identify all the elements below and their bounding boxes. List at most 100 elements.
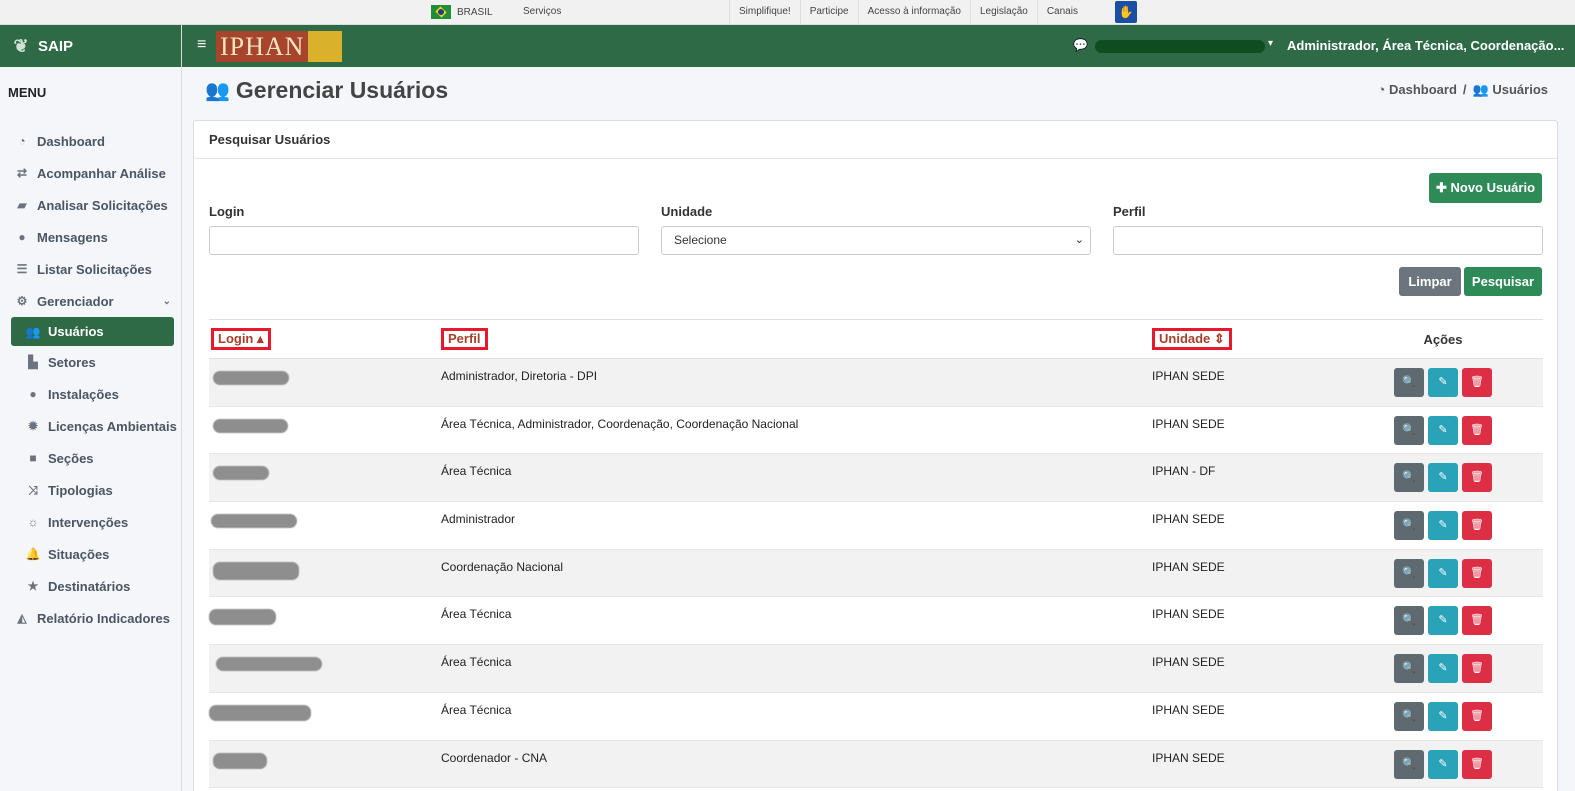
acesso-informacao-link[interactable]: Acesso à informação [857, 0, 970, 25]
delete-button[interactable]: 🗑 [1462, 558, 1492, 588]
column-unidade[interactable]: Unidade ⇕ [1152, 319, 1343, 359]
perfil-input[interactable] [1113, 226, 1543, 255]
sidebar-item-gerenciador[interactable]: ⚙ Gerenciador ⌄ [0, 285, 181, 317]
sidebar-item-label: Situações [48, 546, 110, 562]
sidebar-item-dashboard[interactable]: ◔ Dashboard [0, 125, 181, 157]
table-row: Administrador, Diretoria - DPI IPHAN SED… [209, 358, 1543, 407]
brasil-link[interactable]: BRASIL [431, 5, 493, 19]
edit-button[interactable]: ✎ [1428, 415, 1458, 445]
delete-button[interactable]: 🗑 [1462, 701, 1492, 731]
simplifique-link[interactable]: Simplifique! [729, 0, 800, 25]
table-header-row: Login ▴ Perfil Unidade ⇕ Ações [209, 319, 1543, 359]
sidebar-item-usuarios[interactable]: 👥 Usuários [11, 317, 174, 346]
edit-button[interactable]: ✎ [1428, 749, 1458, 779]
view-button[interactable]: 🔍 [1394, 749, 1424, 779]
sidebar-item-tipologias[interactable]: ⤨ Tipologias [0, 474, 181, 506]
row-unidade: IPHAN SEDE [1152, 512, 1225, 527]
column-login[interactable]: Login ▴ [209, 319, 441, 359]
sidebar-item-label: Instalações [48, 386, 119, 402]
sidebar-item-analisar-solicitacoes[interactable]: ▰ Analisar Solicitações [0, 189, 181, 221]
caret-down-icon[interactable]: ▾ [1268, 38, 1273, 49]
comments-icon: ● [18, 230, 26, 244]
sort-perfil[interactable]: Perfil [441, 328, 488, 350]
chat-icon[interactable]: 💬 [1073, 38, 1088, 52]
gov-links: Simplifique! Participe Acesso à informaç… [729, 0, 1087, 25]
sidebar-item-instalacoes[interactable]: ● Instalações [0, 378, 181, 410]
edit-button[interactable]: ✎ [1428, 463, 1458, 493]
new-user-label: Novo Usuário [1450, 180, 1536, 195]
edit-button[interactable]: ✎ [1428, 606, 1458, 636]
sidebar-item-relatorio-indicadores[interactable]: ◭ Relatório Indicadores [0, 602, 181, 634]
iphan-logo[interactable]: IPHAN [216, 31, 343, 62]
participe-link[interactable]: Participe [799, 0, 858, 25]
sort-login[interactable]: Login ▴ [211, 328, 271, 350]
sidebar-item-acompanhar-analise[interactable]: ⇄ Acompanhar Análise [0, 157, 181, 189]
unidade-select[interactable]: Selecione ⌄ [661, 226, 1091, 255]
new-user-button[interactable]: ✚ Novo Usuário [1429, 173, 1542, 203]
column-login-label: Login [218, 331, 254, 346]
sort-unidade[interactable]: Unidade ⇕ [1152, 328, 1232, 350]
delete-button[interactable]: 🗑 [1462, 654, 1492, 684]
sidebar-item-label: Intervenções [48, 514, 129, 530]
sidebar-item-label: Gerenciador [37, 293, 114, 309]
sidebar-item-listar-solicitacoes[interactable]: ☰ Listar Solicitações [0, 253, 181, 285]
square-icon: ■ [29, 451, 37, 465]
view-button[interactable]: 🔍 [1394, 654, 1424, 684]
row-perfil: Coordenador - CNA [441, 750, 548, 765]
view-button[interactable]: 🔍 [1394, 558, 1424, 588]
view-button[interactable]: 🔍 [1394, 415, 1424, 445]
sidebar-item-mensagens[interactable]: ● Mensagens [0, 221, 181, 253]
table-row: Área Técnica IPHAN SEDE 🔍 ✎ 🗑 [209, 597, 1543, 645]
delete-button[interactable]: 🗑 [1462, 368, 1492, 397]
hamburger-menu-icon[interactable]: ≡ [197, 36, 206, 54]
page-title: 👥 Gerenciar Usuários [205, 77, 448, 104]
delete-button[interactable]: 🗑 [1462, 606, 1492, 636]
view-button[interactable]: 🔍 [1394, 606, 1424, 636]
sidebar-item-destinatarios[interactable]: ★ Destinatários [0, 570, 181, 602]
sidebar-item-label: Mensagens [37, 229, 108, 245]
sidebar-item-licencas-ambientais[interactable]: ✹ Licenças Ambientais [0, 410, 181, 442]
view-button[interactable]: 🔍 [1394, 511, 1424, 541]
menu-title: MENU [8, 85, 47, 100]
breadcrumb-dashboard[interactable]: ◔ Dashboard [1378, 82, 1457, 98]
view-button[interactable]: 🔍 [1394, 701, 1424, 731]
table-row: Área Técnica IPHAN - DF 🔍 ✎ 🗑 [209, 453, 1543, 502]
trash-icon: 🗑 [1470, 757, 1484, 770]
brazil-flag-icon [431, 5, 451, 19]
edit-button[interactable]: ✎ [1428, 654, 1458, 684]
edit-button[interactable]: ✎ [1428, 558, 1458, 588]
delete-button[interactable]: 🗑 [1462, 511, 1492, 541]
dashboard-icon: ◔ [1377, 82, 1386, 97]
plus-icon: ✚ [1435, 180, 1447, 195]
sidebar-item-situacoes[interactable]: 🔔 Situações [0, 538, 181, 570]
delete-button[interactable]: 🗑 [1462, 749, 1492, 779]
column-perfil[interactable]: Perfil [441, 319, 1152, 359]
sidebar-item-setores[interactable]: ▙ Setores [0, 346, 181, 378]
clear-button[interactable]: Limpar [1399, 267, 1461, 296]
delete-button[interactable]: 🗑 [1462, 463, 1492, 493]
sort-asc-icon: ▴ [257, 331, 264, 346]
users-icon: 👥 [205, 80, 230, 102]
sidebar-item-intervencoes[interactable]: ☼ Intervenções [0, 506, 181, 538]
edit-button[interactable]: ✎ [1428, 511, 1458, 541]
user-role[interactable]: Administrador, Área Técnica, Coordenação… [1287, 38, 1564, 53]
edit-button[interactable]: ✎ [1428, 368, 1458, 397]
view-button[interactable]: 🔍 [1394, 368, 1424, 397]
servicos-link[interactable]: Serviços [523, 6, 561, 17]
brand[interactable]: ❦ SAIP [0, 25, 181, 67]
users-icon: 👥 [1472, 82, 1489, 97]
search-button[interactable]: Pesquisar [1464, 267, 1542, 296]
canais-link[interactable]: Canais [1036, 0, 1087, 25]
sidebar-item-secoes[interactable]: ■ Seções [0, 442, 181, 474]
row-perfil: Área Técnica [441, 702, 512, 717]
sidebar-item-label: Relatório Indicadores [37, 610, 170, 626]
sidebar-item-label: Tipologias [48, 482, 113, 498]
edit-button[interactable]: ✎ [1428, 701, 1458, 731]
delete-button[interactable]: 🗑 [1462, 415, 1492, 445]
accessibility-icon[interactable]: ✋ [1115, 1, 1137, 23]
user-name-redacted[interactable] [1095, 40, 1265, 53]
view-button[interactable]: 🔍 [1394, 463, 1424, 493]
saip-logo-icon: ❦ [13, 36, 29, 56]
legislacao-link[interactable]: Legislação [970, 0, 1037, 25]
login-input[interactable] [209, 226, 639, 255]
